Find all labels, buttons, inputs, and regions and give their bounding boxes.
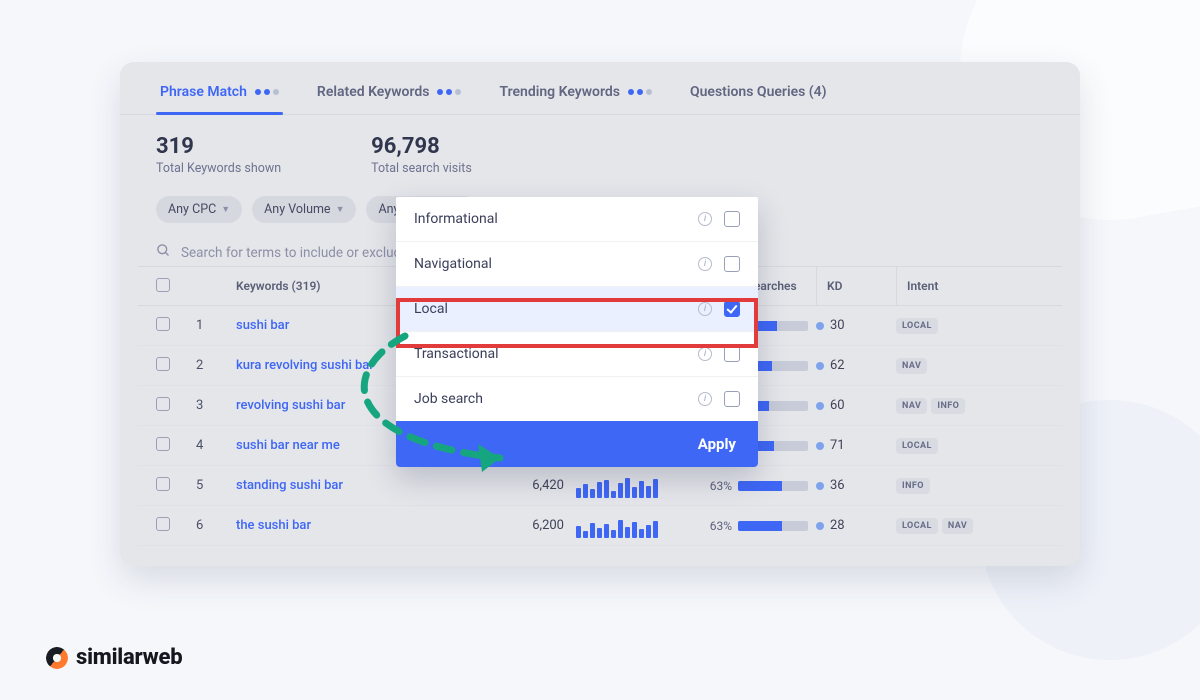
col-kd[interactable]: KD (816, 267, 896, 305)
intent-option[interactable]: Navigational i (396, 242, 758, 287)
kd-cell: 60 (816, 398, 896, 413)
intent-checkbox[interactable] (724, 211, 740, 227)
row-number: 6 (196, 518, 236, 533)
intent-option[interactable]: Transactional i (396, 332, 758, 377)
info-icon[interactable]: i (698, 212, 712, 226)
tab-label: Phrase Match (160, 84, 247, 100)
info-icon[interactable]: i (698, 392, 712, 406)
filter-label: Any CPC (168, 202, 216, 217)
intent-filter-dropdown: InformationaliNavigationaliLocaliTransac… (396, 197, 758, 467)
summary-stats: 319 Total Keywords shown 96,798 Total se… (120, 115, 1080, 190)
intent-chip: LOCAL (896, 438, 938, 454)
volume-value: 6,420 (446, 478, 576, 493)
intent-checkbox[interactable] (724, 391, 740, 407)
kd-cell: 62 (816, 358, 896, 373)
intent-checkbox[interactable] (724, 301, 740, 317)
trend-sparkline (576, 474, 706, 498)
intent-checkbox[interactable] (724, 346, 740, 362)
info-icon[interactable]: i (698, 347, 712, 361)
intent-cell: NAVINFO (896, 398, 1026, 414)
stat-value: 319 (156, 135, 281, 159)
row-number: 2 (196, 358, 236, 373)
intent-chip: NAV (896, 358, 927, 374)
table-row: 5standing sushi bar6,420 63%36INFO (138, 466, 1062, 506)
col-intent[interactable]: Intent (896, 267, 1026, 305)
intent-option[interactable]: Local i (396, 287, 758, 332)
row-checkbox[interactable] (156, 477, 170, 491)
zero-click-cell: 63% (706, 519, 816, 533)
brand-name: similarweb (76, 645, 182, 670)
row-number: 3 (196, 398, 236, 413)
intent-cell: INFO (896, 478, 1026, 494)
tab-label: Trending Keywords (499, 84, 620, 100)
tab-trending-keywords[interactable]: Trending Keywords (495, 76, 656, 114)
kd-cell: 30 (816, 318, 896, 333)
row-checkbox[interactable] (156, 317, 170, 331)
row-number: 4 (196, 438, 236, 453)
apply-button[interactable]: Apply (396, 421, 758, 467)
intent-option[interactable]: Informational i (396, 197, 758, 242)
row-number: 5 (196, 478, 236, 493)
stat-value: 96,798 (371, 135, 472, 159)
keyword-link[interactable]: the sushi bar (236, 518, 446, 533)
stat-total-visits: 96,798 Total search visits (371, 135, 472, 176)
tab-label: Questions Queries (4) (690, 84, 827, 100)
intent-cell: LOCAL (896, 438, 1026, 454)
search-icon (156, 243, 171, 262)
volume-value: 6,200 (446, 518, 576, 533)
chevron-down-icon: ▼ (336, 204, 345, 215)
intent-cell: NAV (896, 358, 1026, 374)
tab-bar: Phrase Match Related Keywords Trending K… (120, 62, 1080, 115)
intent-chip: NAV (896, 398, 927, 414)
row-checkbox[interactable] (156, 517, 170, 531)
info-icon[interactable]: i (698, 302, 712, 316)
status-dots-icon (437, 89, 461, 95)
trend-sparkline (576, 514, 706, 538)
zero-click-cell: 63% (706, 479, 816, 493)
intent-option-label: Navigational (414, 256, 492, 272)
stat-total-keywords: 319 Total Keywords shown (156, 135, 281, 176)
intent-cell: LOCAL (896, 318, 1026, 334)
intent-option-label: Informational (414, 211, 498, 227)
intent-checkbox[interactable] (724, 256, 740, 272)
intent-chip: INFO (931, 398, 965, 414)
stat-label: Total search visits (371, 161, 472, 176)
filter-cpc[interactable]: Any CPC ▼ (156, 196, 242, 223)
status-dots-icon (255, 89, 279, 95)
tab-label: Related Keywords (317, 84, 430, 100)
tab-questions-queries[interactable]: Questions Queries (4) (686, 76, 831, 114)
chevron-down-icon: ▼ (221, 204, 230, 215)
filter-volume[interactable]: Any Volume ▼ (252, 196, 356, 223)
intent-option-label: Local (414, 301, 448, 317)
intent-chip: INFO (896, 478, 930, 494)
filter-label: Any Volume (264, 202, 330, 217)
select-all-checkbox[interactable] (156, 278, 170, 292)
intent-chip: LOCAL (896, 318, 938, 334)
intent-option[interactable]: Job search i (396, 377, 758, 421)
intent-option-label: Transactional (414, 346, 499, 362)
tab-phrase-match[interactable]: Phrase Match (156, 76, 283, 114)
logo-icon (46, 647, 68, 669)
row-checkbox[interactable] (156, 357, 170, 371)
stat-label: Total Keywords shown (156, 161, 281, 176)
kd-cell: 71 (816, 438, 896, 453)
keyword-link[interactable]: standing sushi bar (236, 478, 446, 493)
info-icon[interactable]: i (698, 257, 712, 271)
intent-cell: LOCALNAV (896, 518, 1026, 534)
row-checkbox[interactable] (156, 437, 170, 451)
row-number: 1 (196, 318, 236, 333)
row-checkbox[interactable] (156, 397, 170, 411)
intent-chip: LOCAL (896, 518, 938, 534)
search-placeholder: Search for terms to include or exclude (181, 245, 408, 261)
brand-logo: similarweb (46, 645, 182, 670)
intent-chip: NAV (942, 518, 973, 534)
tab-related-keywords[interactable]: Related Keywords (313, 76, 466, 114)
status-dots-icon (628, 89, 652, 95)
kd-cell: 28 (816, 518, 896, 533)
table-row: 6the sushi bar6,200 63%28LOCALNAV (138, 506, 1062, 546)
intent-option-label: Job search (414, 391, 483, 407)
kd-cell: 36 (816, 478, 896, 493)
